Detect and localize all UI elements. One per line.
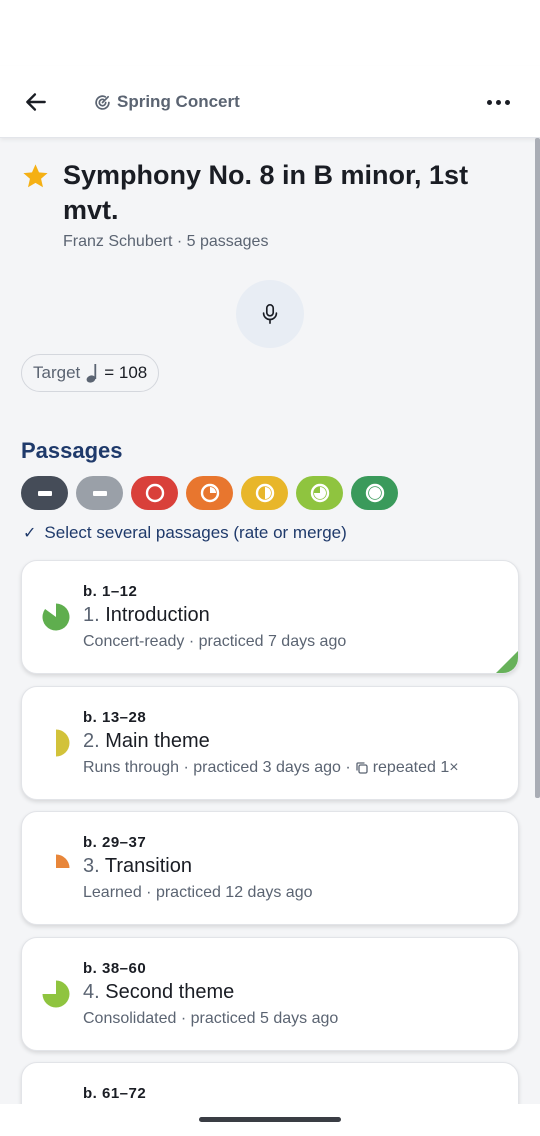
- page-title: Symphony No. 8 in B minor, 1st mvt.: [63, 160, 469, 225]
- passage-number: 4.: [83, 980, 100, 1003]
- passage-name: Introduction: [105, 604, 210, 626]
- passage-status-text: Runs through · practiced 3 days ago ·: [83, 758, 351, 776]
- progress-ring-icon: [255, 483, 274, 503]
- passage-bars: b. 38–60: [83, 959, 147, 977]
- back-button[interactable]: [14, 80, 58, 124]
- home-indicator[interactable]: [199, 1117, 341, 1122]
- passage-bars: b. 61–72: [83, 1085, 147, 1102]
- progress-pie-icon: [42, 980, 70, 1007]
- filter-not-started-chip[interactable]: [76, 476, 123, 510]
- copy-icon: [356, 761, 368, 774]
- passage-status-text: Learned · practiced 12 days ago: [83, 884, 313, 901]
- passage-card[interactable]: b. 38–60 4. Second theme Consolidated · pr…: [21, 936, 519, 1051]
- target-label: Target: [33, 363, 81, 382]
- target-tempo-chip[interactable]: Target = 108: [21, 354, 160, 392]
- app-bar: Spring Concert: [0, 66, 540, 138]
- passage-name: Transition: [104, 855, 192, 877]
- passage-bars: b. 29–37: [83, 834, 147, 851]
- microphone-icon: [262, 304, 278, 324]
- passage-title: 1. Introduction: [83, 604, 210, 627]
- passage-repeat-count: repeated 1×: [372, 758, 459, 776]
- filter-lime-chip[interactable]: [296, 476, 343, 510]
- passage-title: 4. Second theme: [83, 981, 234, 1004]
- passage-status: Consolidated · practiced 5 days ago: [83, 1010, 338, 1028]
- progress-pie-icon: [56, 729, 70, 756]
- minus-icon: [37, 490, 52, 496]
- passage-title: 3. Transition: [83, 855, 192, 878]
- passage-name: Main theme: [105, 729, 210, 752]
- progress-ring-icon: [145, 483, 164, 503]
- filter-orange-chip[interactable]: [186, 476, 233, 510]
- progress-pie-icon: [56, 854, 70, 868]
- quarter-note-icon: [86, 364, 97, 383]
- filter-all-chip[interactable]: [21, 476, 68, 510]
- passage-number: 3.: [83, 855, 100, 877]
- passage-card[interactable]: b. 1–12 1. Introduction Concert-ready · pr…: [21, 560, 519, 674]
- more-horizontal-icon: [486, 99, 492, 105]
- filter-red-chip[interactable]: [131, 476, 178, 510]
- passage-card[interactable]: b. 13–28 2. Main theme Runs through · prac…: [21, 685, 519, 800]
- breadcrumb-label: Spring Concert: [117, 92, 240, 111]
- passage-card[interactable]: b. 29–37 3. Transition Learned · practiced…: [21, 811, 519, 925]
- passage-status-text: Concert-ready · practiced 7 days ago: [83, 633, 347, 650]
- more-options-button[interactable]: [478, 82, 518, 122]
- filter-green-chip[interactable]: [351, 476, 398, 510]
- progress-ring-icon: [310, 483, 329, 503]
- star-icon[interactable]: [21, 162, 50, 191]
- arrow-left-icon: [26, 93, 46, 111]
- passage-name: Second theme: [105, 980, 235, 1003]
- target-value: = 108: [104, 363, 148, 382]
- select-multiple-toggle[interactable]: ✓ Select several passages (rate or merge…: [23, 523, 347, 543]
- piece-subtitle: Franz Schubert · 5 passages: [63, 233, 269, 250]
- breadcrumb[interactable]: Spring Concert: [94, 88, 240, 116]
- passage-status: Runs through · practiced 3 days ago · rep…: [83, 759, 459, 777]
- passage-status-text: Consolidated · practiced 5 days ago: [83, 1009, 339, 1027]
- passage-title: 2. Main theme: [83, 730, 210, 753]
- minus-icon: [92, 490, 107, 496]
- piece-detail: Symphony No. 8 in B minor, 1st mvt. Fran…: [0, 138, 535, 1104]
- progress-ring-icon: [200, 483, 219, 503]
- scrollbar[interactable]: [535, 138, 540, 798]
- check-icon: ✓: [23, 525, 37, 542]
- passage-status: Learned · practiced 12 days ago: [83, 884, 312, 902]
- progress-pie-icon: [42, 603, 70, 631]
- target-icon: [95, 94, 110, 110]
- select-label: Select several passages (rate or merge): [44, 523, 347, 542]
- passage-number: 2.: [83, 729, 100, 752]
- filter-yellow-chip[interactable]: [241, 476, 288, 510]
- passage-status: Concert-ready · practiced 7 days ago: [83, 633, 346, 651]
- progress-ring-icon: [365, 483, 384, 503]
- record-button[interactable]: [236, 280, 304, 348]
- ready-corner-marker: [496, 651, 518, 673]
- passage-bars: b. 13–28: [83, 708, 147, 726]
- status-filters: [21, 476, 398, 510]
- passage-bars: b. 1–12: [83, 583, 138, 600]
- passage-number: 1.: [83, 604, 100, 626]
- passage-card[interactable]: b. 61–72: [21, 1062, 519, 1104]
- status-bar: [0, 0, 540, 66]
- passages-heading: Passages: [21, 438, 123, 463]
